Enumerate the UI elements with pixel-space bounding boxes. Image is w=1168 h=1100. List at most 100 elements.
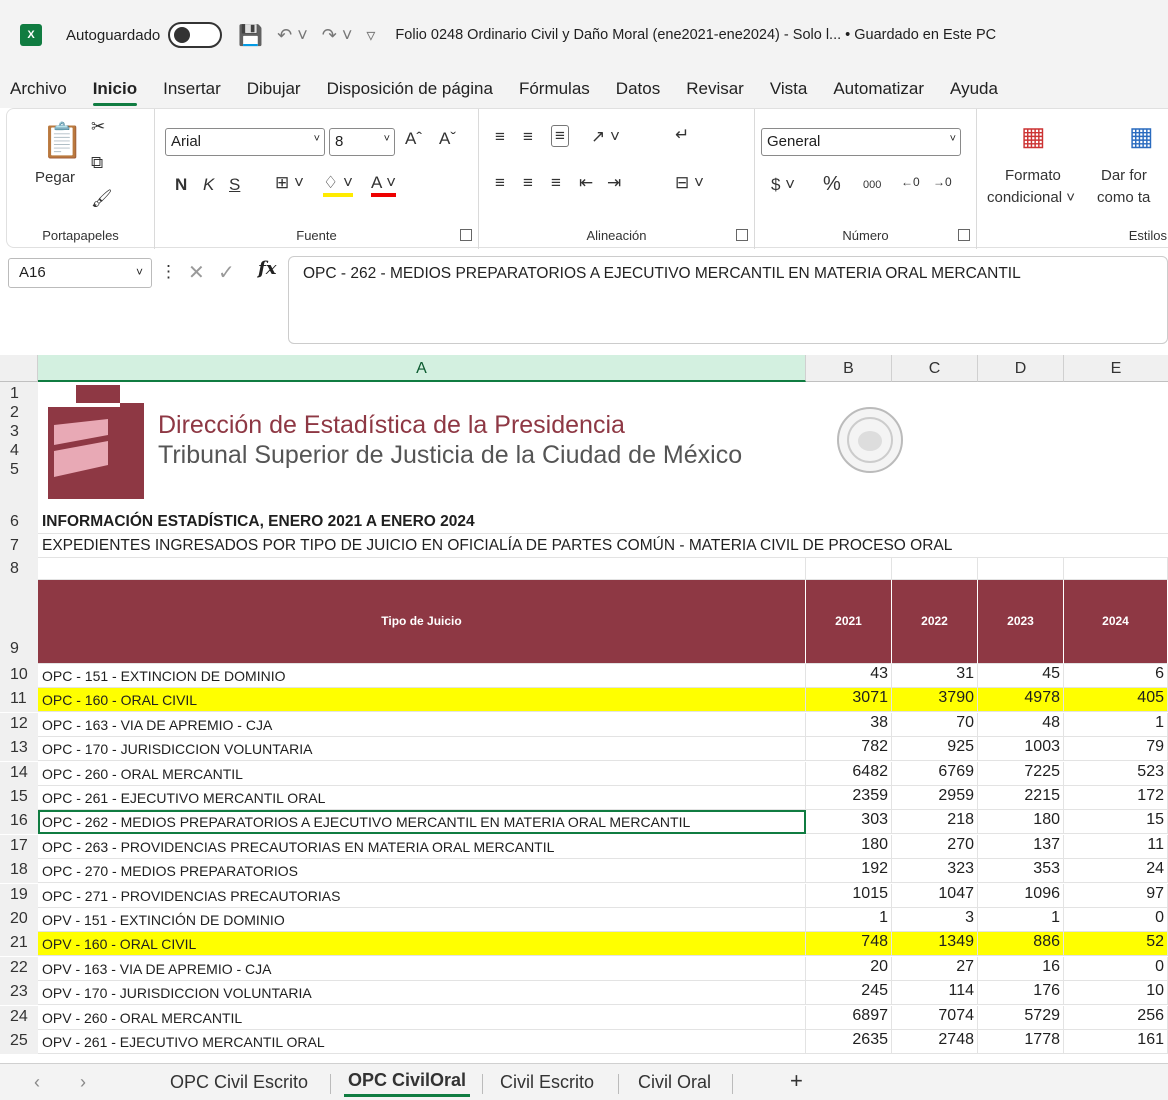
formula-input[interactable]: OPC - 262 - MEDIOS PREPARATORIOS A EJECU… [288,256,1168,344]
name-box[interactable]: A16 ˅ [8,258,152,288]
value-cell-2021[interactable]: 1 [806,908,892,932]
font-launcher-icon[interactable] [460,229,472,241]
tab-dibujar[interactable]: Dibujar [247,79,301,99]
italic-button[interactable]: K [203,175,214,195]
value-cell-2022[interactable]: 31 [892,664,978,688]
header-2021[interactable]: 2021 [806,580,892,664]
column-header-a[interactable]: A [38,355,806,382]
paste-button[interactable]: Pegar [35,169,75,186]
juicio-cell[interactable]: OPV - 261 - EJECUTIVO MERCANTIL ORAL [38,1030,806,1054]
value-cell-2021[interactable]: 6897 [806,1006,892,1030]
value-cell-2021[interactable]: 748 [806,932,892,956]
juicio-cell[interactable]: OPV - 170 - JURISDICCION VOLUNTARIA [38,981,806,1005]
row-header[interactable]: 20 [0,908,38,932]
juicio-cell[interactable]: OPC - 151 - EXTINCION DE DOMINIO [38,664,806,688]
tab-datos[interactable]: Datos [616,79,660,99]
value-cell-2024[interactable]: 15 [1064,810,1168,834]
tab-vista[interactable]: Vista [770,79,808,99]
column-header-e[interactable]: E [1064,355,1168,382]
value-cell-2024[interactable]: 6 [1064,664,1168,688]
more-options-icon[interactable]: ⋮ [160,262,177,282]
value-cell-2022[interactable]: 7074 [892,1006,978,1030]
report-title[interactable]: INFORMACIÓN ESTADÍSTICA, ENERO 2021 A EN… [38,510,1168,534]
align-center-icon[interactable]: ≡ [523,173,533,193]
copy-icon[interactable]: ⧉ [91,153,103,173]
conditional-format-icon[interactable]: ▦ [1021,121,1046,152]
insert-function-icon[interactable]: fx [258,258,276,279]
align-middle-icon[interactable]: ≡ [523,127,533,147]
number-launcher-icon[interactable] [958,229,970,241]
value-cell-2022[interactable]: 114 [892,981,978,1005]
juicio-cell[interactable]: OPC - 163 - VIA DE APREMIO - CJA [38,713,806,737]
decrease-indent-icon[interactable]: ⇤ [579,173,593,193]
decrease-decimal-icon[interactable]: →0 [933,175,952,189]
redo-icon[interactable]: ↷ ˅ [322,25,353,46]
format-painter-icon[interactable]: 🖌 [91,189,113,209]
value-cell-2024[interactable]: 52 [1064,932,1168,956]
value-cell-2022[interactable]: 3 [892,908,978,932]
value-cell-2024[interactable]: 161 [1064,1030,1168,1054]
tab-formulas[interactable]: Fórmulas [519,79,590,99]
value-cell-2021[interactable]: 782 [806,737,892,761]
orientation-icon[interactable]: ↗ ˅ [591,127,620,147]
value-cell-2023[interactable]: 1003 [978,737,1064,761]
underline-button[interactable]: S [229,175,240,195]
value-cell-2022[interactable]: 218 [892,810,978,834]
value-cell-2022[interactable]: 1349 [892,932,978,956]
tab-insertar[interactable]: Insertar [163,79,221,99]
decrease-font-icon[interactable]: Aˇ [439,129,456,149]
align-left-icon[interactable]: ≡ [495,173,505,193]
value-cell-2024[interactable]: 79 [1064,737,1168,761]
borders-icon[interactable]: ⊞ ˅ [275,173,304,193]
juicio-cell[interactable]: OPV - 260 - ORAL MERCANTIL [38,1006,806,1030]
value-cell-2024[interactable]: 0 [1064,957,1168,981]
value-cell-2023[interactable]: 2215 [978,786,1064,810]
value-cell-2024[interactable]: 10 [1064,981,1168,1005]
row-header[interactable]: 18 [0,859,38,883]
conditional-format-label-1[interactable]: Formato [1005,167,1061,184]
juicio-cell[interactable]: OPV - 160 - ORAL CIVIL [38,932,806,956]
report-subtitle[interactable]: EXPEDIENTES INGRESADOS POR TIPO DE JUICI… [38,534,1168,558]
cancel-icon[interactable]: ✕ [188,260,205,285]
comma-style-icon[interactable]: 000 [863,179,881,191]
align-right-icon[interactable]: ≡ [551,173,561,193]
undo-icon[interactable]: ↶ ˅ [277,25,308,46]
value-cell-2021[interactable]: 303 [806,810,892,834]
sheet-tab-civil-escrito[interactable]: Civil Escrito [500,1072,594,1093]
value-cell-2023[interactable]: 176 [978,981,1064,1005]
merge-center-icon[interactable]: ⊟ ˅ [675,173,704,193]
juicio-cell[interactable]: OPC - 263 - PROVIDENCIAS PRECAUTORIAS EN… [38,835,806,859]
save-icon[interactable]: 💾 [238,23,263,48]
value-cell-2023[interactable]: 180 [978,810,1064,834]
conditional-format-label-2[interactable]: condicional ˅ [987,189,1075,206]
value-cell-2022[interactable]: 270 [892,835,978,859]
value-cell-2022[interactable]: 3790 [892,688,978,712]
value-cell-2023[interactable]: 7225 [978,762,1064,786]
currency-icon[interactable]: $ ˅ [771,175,795,195]
row-header[interactable]: 24 [0,1006,38,1030]
paste-icon[interactable]: 📋 [41,121,83,161]
value-cell-2023[interactable]: 16 [978,957,1064,981]
format-as-table-icon[interactable]: ▦ [1129,121,1154,152]
value-cell-2023[interactable]: 1778 [978,1030,1064,1054]
align-top-icon[interactable]: ≡ [495,127,505,147]
increase-decimal-icon[interactable]: ←0 [901,175,920,189]
value-cell-2021[interactable]: 38 [806,713,892,737]
value-cell-2021[interactable]: 180 [806,835,892,859]
sheet-tab-civil-oral[interactable]: Civil Oral [638,1072,711,1093]
tab-disposicion[interactable]: Disposición de página [327,79,493,99]
value-cell-2024[interactable]: 523 [1064,762,1168,786]
value-cell-2024[interactable]: 97 [1064,884,1168,908]
column-header-d[interactable]: D [978,355,1064,382]
value-cell-2022[interactable]: 1047 [892,884,978,908]
row-header[interactable]: 22 [0,957,38,981]
juicio-cell[interactable]: OPC - 261 - EJECUTIVO MERCANTIL ORAL [38,786,806,810]
select-all-corner[interactable] [0,355,38,382]
font-size-select[interactable]: 8 ˅ [329,128,395,156]
juicio-cell[interactable]: OPC - 270 - MEDIOS PREPARATORIOS [38,859,806,883]
row-header[interactable]: 23 [0,981,38,1005]
header-2024[interactable]: 2024 [1064,580,1168,664]
value-cell-2021[interactable]: 2359 [806,786,892,810]
row-headers-1-5[interactable]: 12345 [0,382,38,510]
row-header[interactable]: 16 [0,810,38,834]
